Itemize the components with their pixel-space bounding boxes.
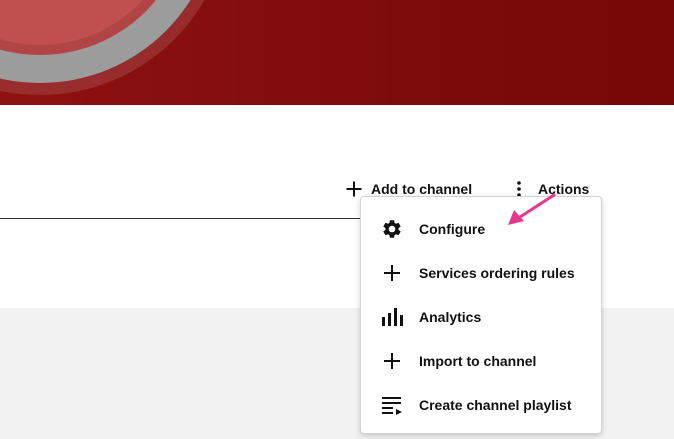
menu-item-label: Services ordering rules	[419, 265, 575, 281]
menu-item-label: Import to channel	[419, 353, 537, 369]
bar-chart-icon	[381, 306, 403, 328]
add-to-channel-label: Add to channel	[371, 181, 473, 197]
actions-menu: Configure Services ordering rules Analyt…	[360, 196, 602, 434]
plus-icon	[381, 262, 403, 284]
menu-item-import-to-channel[interactable]: Import to channel	[361, 339, 601, 383]
channel-banner	[0, 0, 674, 105]
menu-item-configure[interactable]: Configure	[361, 207, 601, 251]
playlist-add-icon	[381, 394, 403, 416]
banner-artwork	[0, 0, 205, 95]
gear-icon	[381, 218, 403, 240]
menu-item-analytics[interactable]: Analytics	[361, 295, 601, 339]
menu-item-services-ordering-rules[interactable]: Services ordering rules	[361, 251, 601, 295]
plus-icon	[381, 350, 403, 372]
menu-item-label: Configure	[419, 221, 486, 237]
tab-divider	[0, 218, 362, 219]
actions-label: Actions	[538, 181, 590, 197]
menu-item-create-channel-playlist[interactable]: Create channel playlist	[361, 383, 601, 427]
menu-item-label: Analytics	[419, 309, 482, 325]
menu-item-label: Create channel playlist	[419, 397, 572, 413]
plus-icon	[345, 180, 363, 198]
